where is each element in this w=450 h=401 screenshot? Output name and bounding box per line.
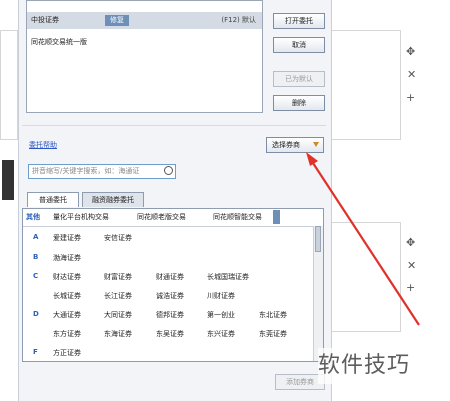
watermark-text: 软件技巧 <box>318 348 446 384</box>
arrow-shaft <box>310 159 420 326</box>
annotation-arrow <box>306 152 420 326</box>
arrow-head <box>306 152 318 166</box>
